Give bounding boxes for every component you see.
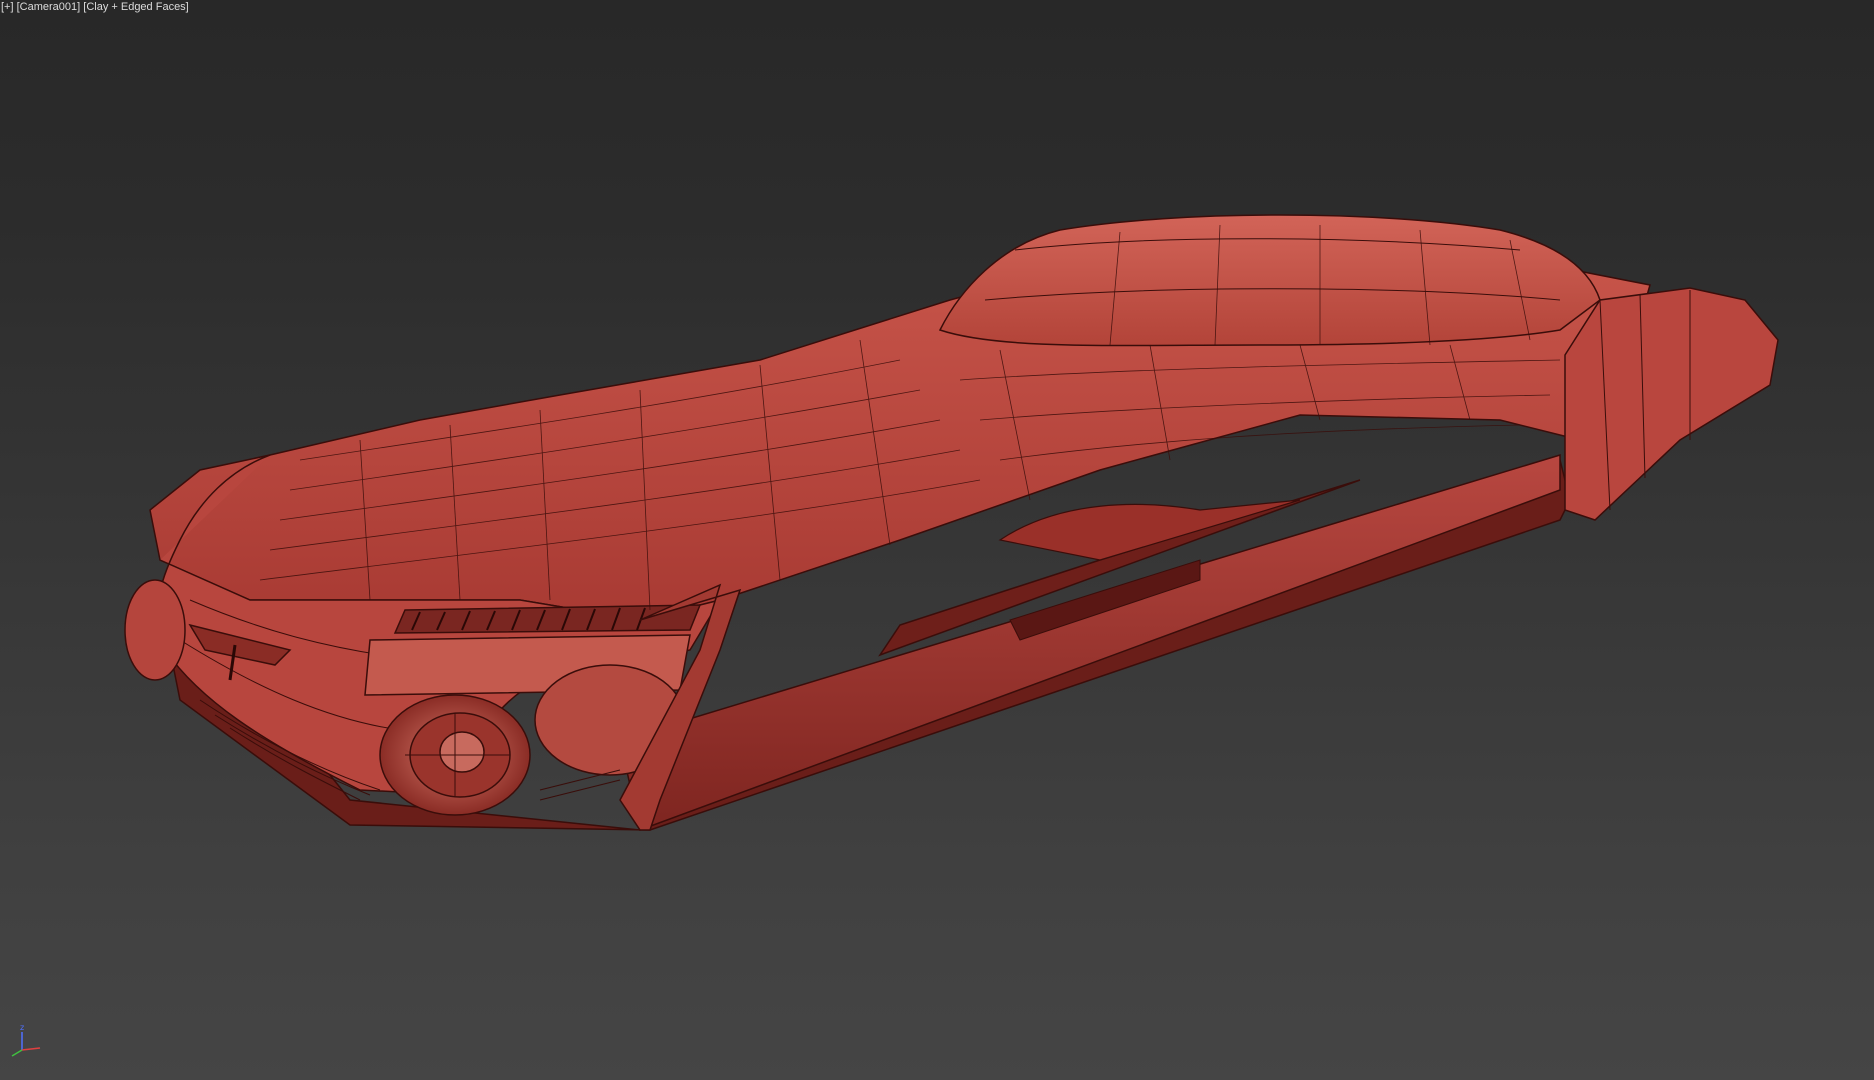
3d-viewport[interactable]: [+] [Camera001] [Clay + Edged Faces] z [0,0,1874,1080]
car-headlight-pod [124,579,186,681]
car-cabin [938,214,1601,347]
axis-gizmo: z [11,1023,41,1057]
car-rear-pod [1564,287,1779,521]
hover-car-model[interactable] [0,0,1874,1080]
axis-y-line [11,1049,23,1057]
axis-x-line [21,1047,41,1051]
axis-z-label: z [20,1023,24,1032]
